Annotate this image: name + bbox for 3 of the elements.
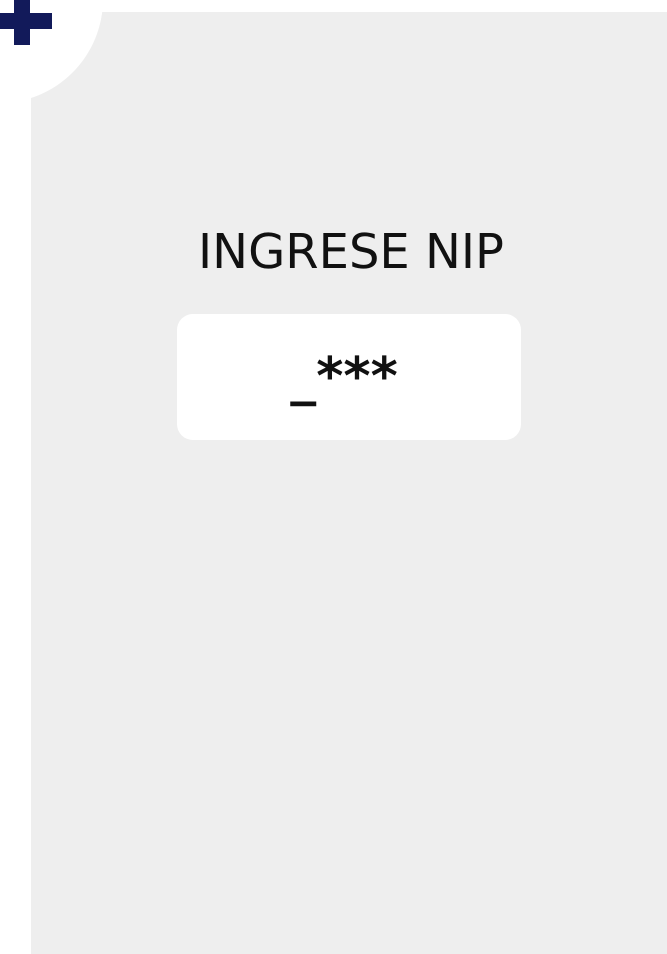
plus-icon (0, 0, 52, 45)
page-title: INGRESE NIP (198, 223, 504, 282)
pin-field[interactable]: _*** (177, 314, 521, 440)
